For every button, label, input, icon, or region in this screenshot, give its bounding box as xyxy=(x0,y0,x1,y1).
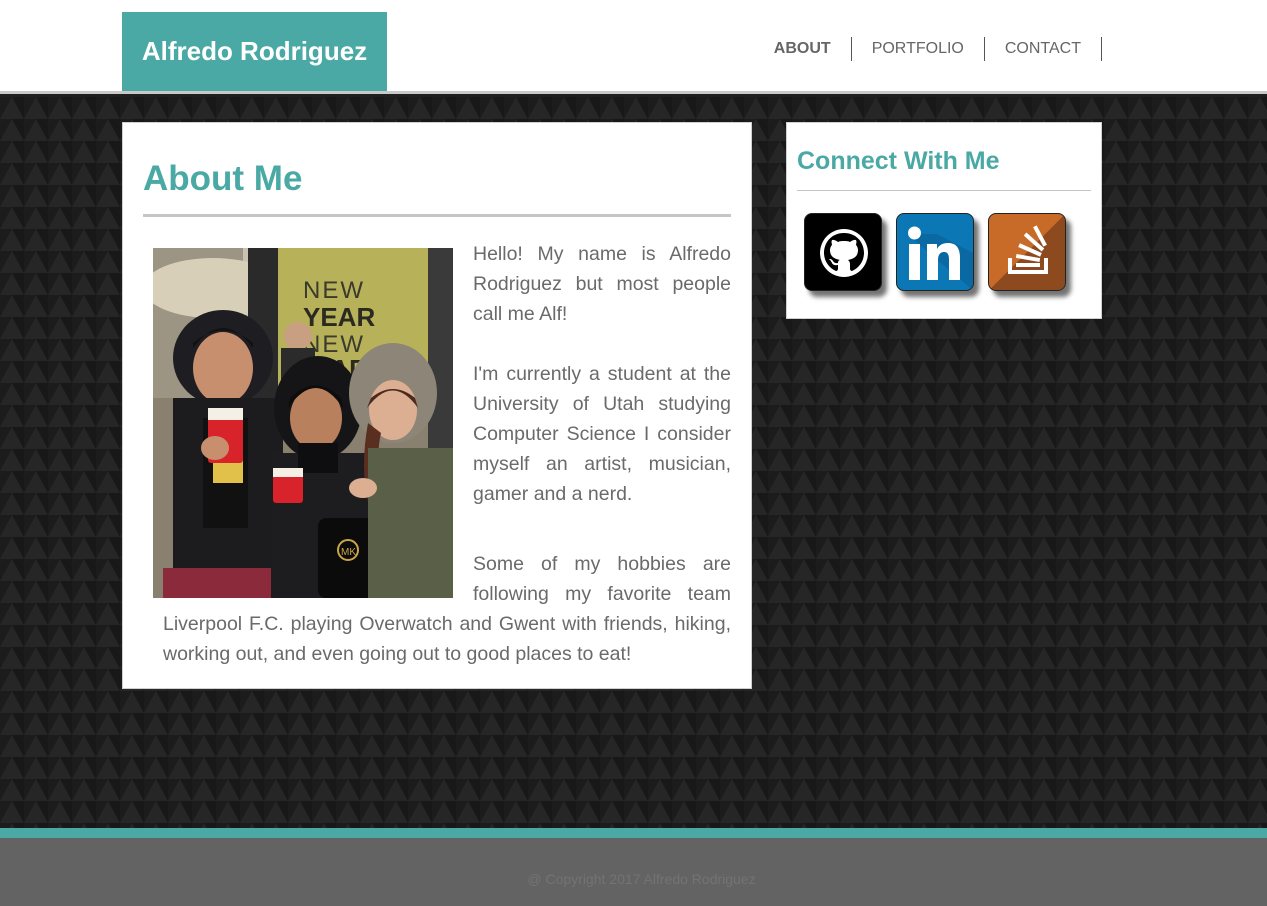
about-card: About Me NEW YEAR NEW EAR xyxy=(122,122,752,689)
site-footer: @ Copyright 2017 Alfredo Rodriguez xyxy=(0,838,1267,906)
about-divider xyxy=(143,214,731,217)
photo-sign-text: YEAR xyxy=(303,302,375,332)
linkedin-icon xyxy=(907,226,973,290)
site-logo[interactable]: Alfredo Rodriguez xyxy=(122,12,387,91)
photo-sign-text: NEW xyxy=(303,277,365,304)
stackoverflow-icon xyxy=(1008,225,1048,274)
nav-about[interactable]: ABOUT xyxy=(754,37,852,61)
stackoverflow-link[interactable] xyxy=(988,213,1066,291)
footer-accent-stripe xyxy=(0,828,1267,838)
bag-logo: MK xyxy=(341,547,356,558)
site-header: Alfredo Rodriguez ABOUT PORTFOLIO CONTAC… xyxy=(0,0,1267,94)
connect-divider xyxy=(797,190,1091,191)
about-body: NEW YEAR NEW EAR xyxy=(153,239,731,669)
github-icon xyxy=(820,229,868,277)
main-nav: ABOUT PORTFOLIO CONTACT xyxy=(754,37,1102,61)
connect-title: Connect With Me xyxy=(797,147,1000,175)
brand-name[interactable]: Alfredo Rodriguez xyxy=(142,36,367,67)
nav-portfolio[interactable]: PORTFOLIO xyxy=(852,37,985,61)
about-title: About Me xyxy=(143,159,303,198)
profile-photo: NEW YEAR NEW EAR xyxy=(153,248,453,598)
copyright-text: @ Copyright 2017 Alfredo Rodriguez xyxy=(527,871,756,887)
connect-card: Connect With Me xyxy=(786,122,1102,319)
linkedin-link[interactable] xyxy=(896,213,974,291)
github-link[interactable] xyxy=(804,213,882,291)
nav-contact[interactable]: CONTACT xyxy=(985,37,1102,61)
